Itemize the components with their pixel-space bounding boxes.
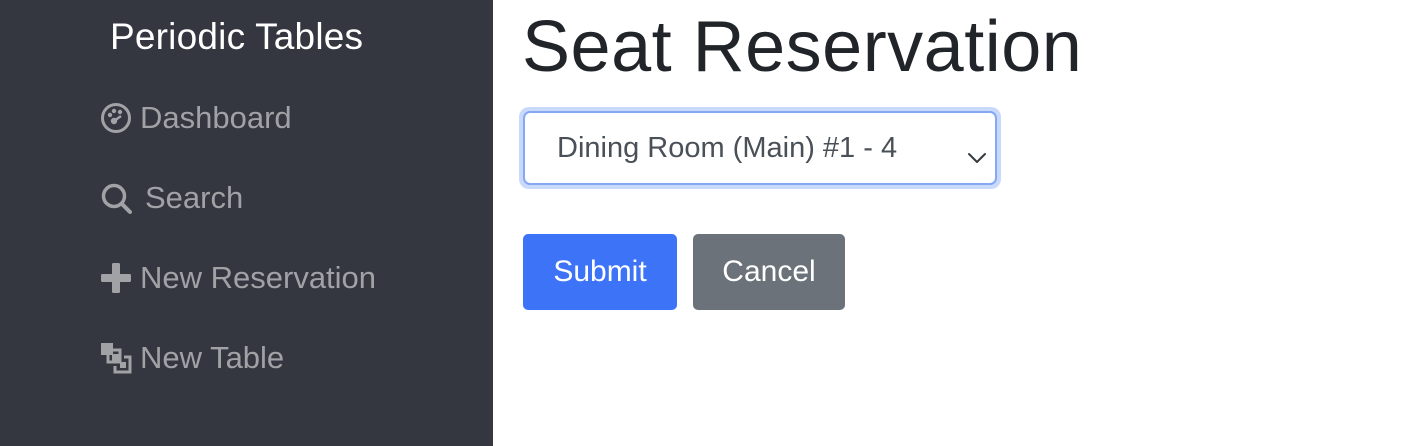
sidebar-item-dashboard[interactable]: Dashboard <box>100 100 292 136</box>
sidebar-item-label: New Reservation <box>140 260 377 295</box>
table-select-focus-ring: Dining Room (Main) #1 - 4 <box>519 107 1001 189</box>
app: Periodic Tables Dashboard Search New Res… <box>0 0 1427 446</box>
page-title: Seat Reservation <box>522 7 1083 87</box>
search-icon <box>100 182 133 215</box>
dashboard-icon <box>100 102 132 134</box>
table-select-value: Dining Room (Main) #1 - 4 <box>557 131 898 164</box>
sidebar-item-new-table[interactable]: New Table <box>100 340 284 376</box>
plus-icon <box>100 262 132 294</box>
sidebar: Periodic Tables Dashboard Search New Res… <box>0 0 493 446</box>
brand-title[interactable]: Periodic Tables <box>110 16 363 58</box>
sidebar-item-label: New Table <box>140 340 285 375</box>
chevron-down-icon <box>967 139 987 172</box>
table-select[interactable]: Dining Room (Main) #1 - 4 <box>523 111 997 185</box>
cancel-button[interactable]: Cancel <box>693 234 845 310</box>
sidebar-item-search[interactable]: Search <box>100 180 243 216</box>
layers-icon <box>100 342 132 374</box>
sidebar-item-label: Search <box>145 180 244 215</box>
sidebar-item-new-reservation[interactable]: New Reservation <box>100 260 376 296</box>
submit-button[interactable]: Submit <box>523 234 677 310</box>
sidebar-item-label: Dashboard <box>140 100 292 135</box>
